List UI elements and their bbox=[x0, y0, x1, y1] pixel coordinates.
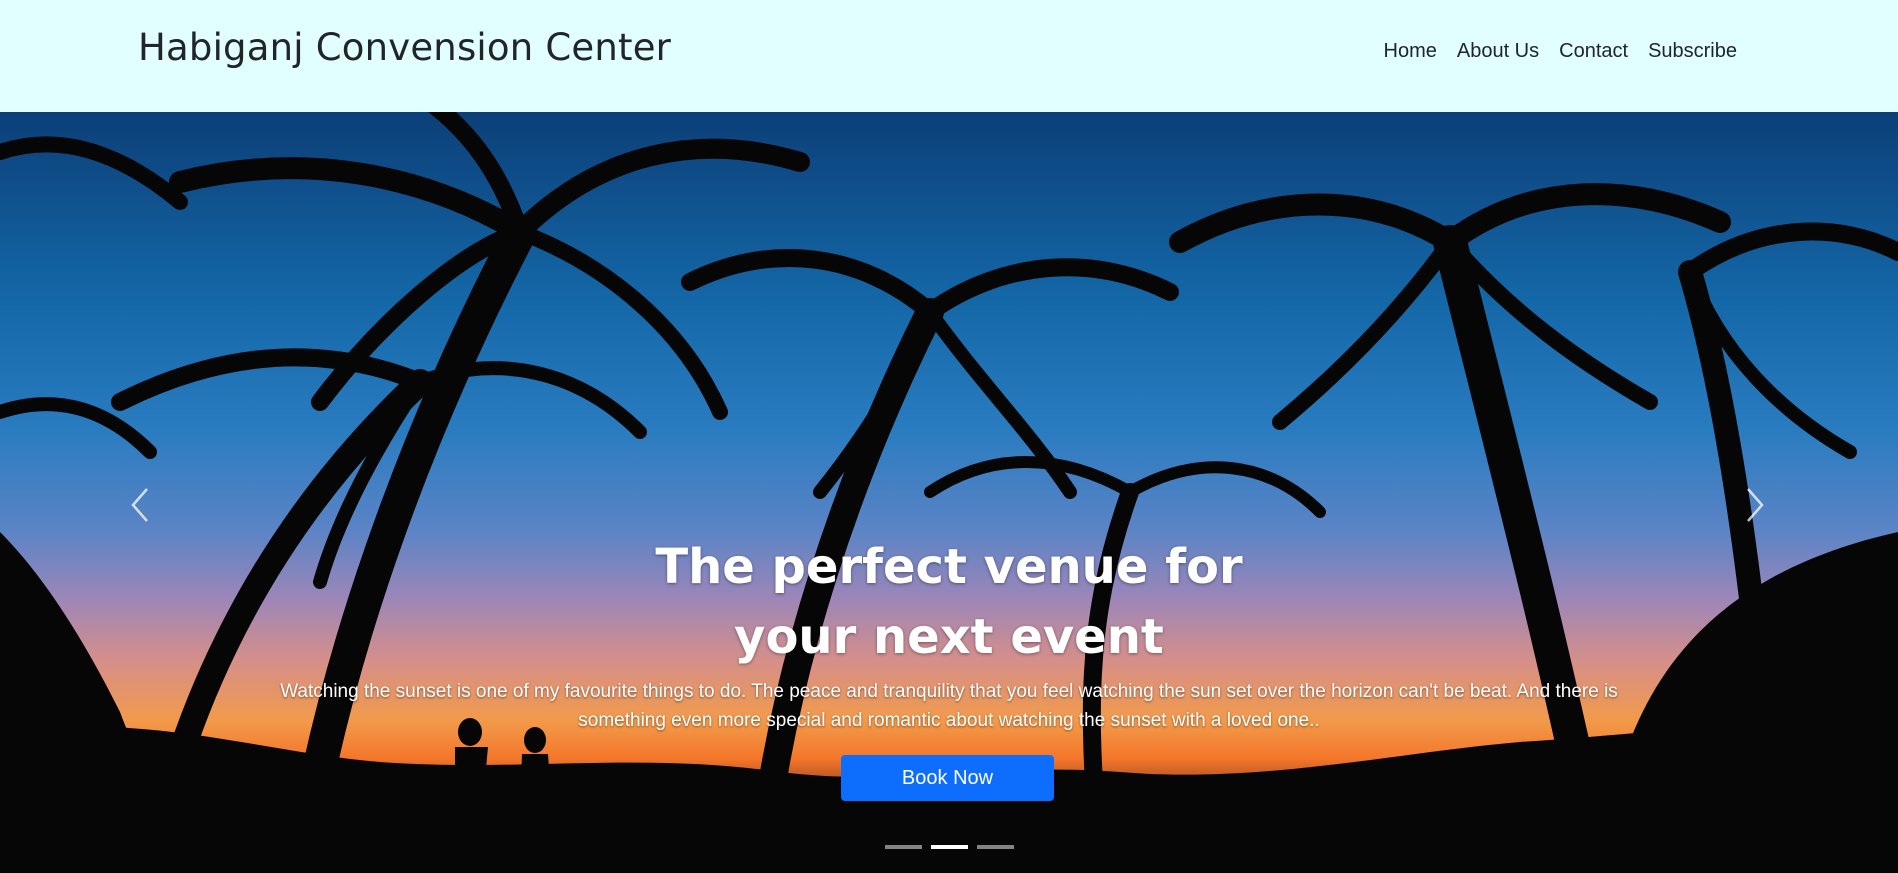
hero-description: Watching the sunset is one of my favouri… bbox=[280, 681, 1618, 731]
carousel-indicator-2[interactable] bbox=[930, 845, 968, 849]
carousel-indicator-3[interactable] bbox=[976, 845, 1014, 849]
chevron-left-icon bbox=[131, 488, 148, 522]
book-now-button[interactable]: Book Now bbox=[841, 755, 1054, 801]
hero-title: The perfect venue for your next event bbox=[655, 539, 1243, 665]
carousel-indicators bbox=[0, 845, 1898, 849]
nav-links: Home About Us Contact Subscribe bbox=[1374, 40, 1748, 63]
navbar: Habiganj Convension Center Home About Us… bbox=[0, 0, 1898, 112]
chevron-right-icon bbox=[1747, 488, 1764, 522]
nav-link-contact[interactable]: Contact bbox=[1549, 40, 1638, 63]
hero-carousel: The perfect venue for your next event Wa… bbox=[0, 112, 1898, 873]
carousel-next-control[interactable] bbox=[1735, 475, 1775, 535]
carousel-indicator-1[interactable] bbox=[884, 845, 922, 849]
nav-link-subscribe[interactable]: Subscribe bbox=[1638, 40, 1747, 63]
nav-link-about-us[interactable]: About Us bbox=[1447, 40, 1549, 63]
nav-link-home[interactable]: Home bbox=[1374, 40, 1447, 63]
brand-title[interactable]: Habiganj Convension Center bbox=[138, 26, 671, 69]
carousel-prev-control[interactable] bbox=[120, 475, 160, 535]
